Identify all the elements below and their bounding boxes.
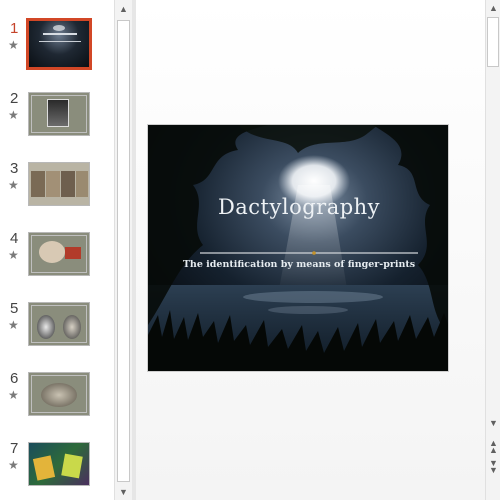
animation-star-icon: ★ bbox=[8, 388, 19, 402]
editor-scrollbar[interactable]: ▲ ▼ ▲ ▲ ▼ ▼ bbox=[485, 0, 500, 500]
thumbnail-image bbox=[28, 232, 90, 276]
thumbnail-image bbox=[28, 162, 90, 206]
thumbnail-scrollbar[interactable]: ▲ ▼ bbox=[114, 0, 132, 500]
scroll-down-arrow-icon[interactable]: ▼ bbox=[486, 415, 500, 431]
slide-thumbnail-7[interactable]: 7 ★ bbox=[0, 440, 114, 500]
slide-thumbnail-3[interactable]: 3 ★ bbox=[0, 160, 114, 230]
slide-thumbnail-2[interactable]: 2 ★ bbox=[0, 90, 114, 160]
scrollbar-thumb[interactable] bbox=[487, 17, 499, 67]
thumbnail-image bbox=[26, 18, 92, 70]
scroll-up-arrow-icon[interactable]: ▲ bbox=[486, 0, 500, 16]
slide-subtitle[interactable]: The identification by means of finger-pr… bbox=[148, 259, 448, 270]
scroll-up-arrow-icon[interactable]: ▲ bbox=[115, 0, 132, 17]
scrollbar-thumb[interactable] bbox=[117, 20, 130, 482]
slide-thumbnail-1[interactable]: 1 ★ bbox=[0, 18, 114, 90]
slide-number: 2 bbox=[10, 90, 19, 107]
slide-number: 3 bbox=[10, 160, 19, 177]
thumbnail-image bbox=[28, 302, 90, 346]
thumbnail-image bbox=[28, 442, 90, 486]
animation-star-icon: ★ bbox=[8, 458, 19, 472]
animation-star-icon: ★ bbox=[8, 318, 19, 332]
slide-number: 6 bbox=[10, 370, 19, 387]
slide-number: 4 bbox=[10, 230, 19, 247]
current-slide[interactable]: Dactylography The identification by mean… bbox=[147, 124, 449, 372]
slide-background-image bbox=[148, 125, 448, 371]
animation-star-icon: ★ bbox=[8, 178, 19, 192]
scroll-down-arrow-icon[interactable]: ▼ bbox=[115, 483, 132, 500]
slide-thumbnail-pane[interactable]: 1 ★ 2 ★ 3 ★ 4 ★ 5 ★ 6 ★ 7 ★ bbox=[0, 0, 114, 500]
previous-slide-icon[interactable]: ▲ ▲ bbox=[486, 438, 500, 456]
thumbnail-image bbox=[28, 372, 90, 416]
slide-number: 7 bbox=[10, 440, 19, 457]
thumbnail-image bbox=[28, 92, 90, 136]
animation-star-icon: ★ bbox=[8, 108, 19, 122]
animation-star-icon: ★ bbox=[8, 248, 19, 262]
slide-editor-area[interactable]: Dactylography The identification by mean… bbox=[136, 0, 485, 500]
next-slide-icon[interactable]: ▼ ▼ bbox=[486, 458, 500, 476]
slide-title[interactable]: Dactylography bbox=[148, 195, 448, 219]
slide-number: 1 bbox=[10, 20, 19, 37]
slide-thumbnail-6[interactable]: 6 ★ bbox=[0, 370, 114, 440]
slide-number: 5 bbox=[10, 300, 19, 317]
slide-thumbnail-4[interactable]: 4 ★ bbox=[0, 230, 114, 300]
slide-thumbnail-5[interactable]: 5 ★ bbox=[0, 300, 114, 370]
animation-star-icon: ★ bbox=[8, 38, 19, 52]
